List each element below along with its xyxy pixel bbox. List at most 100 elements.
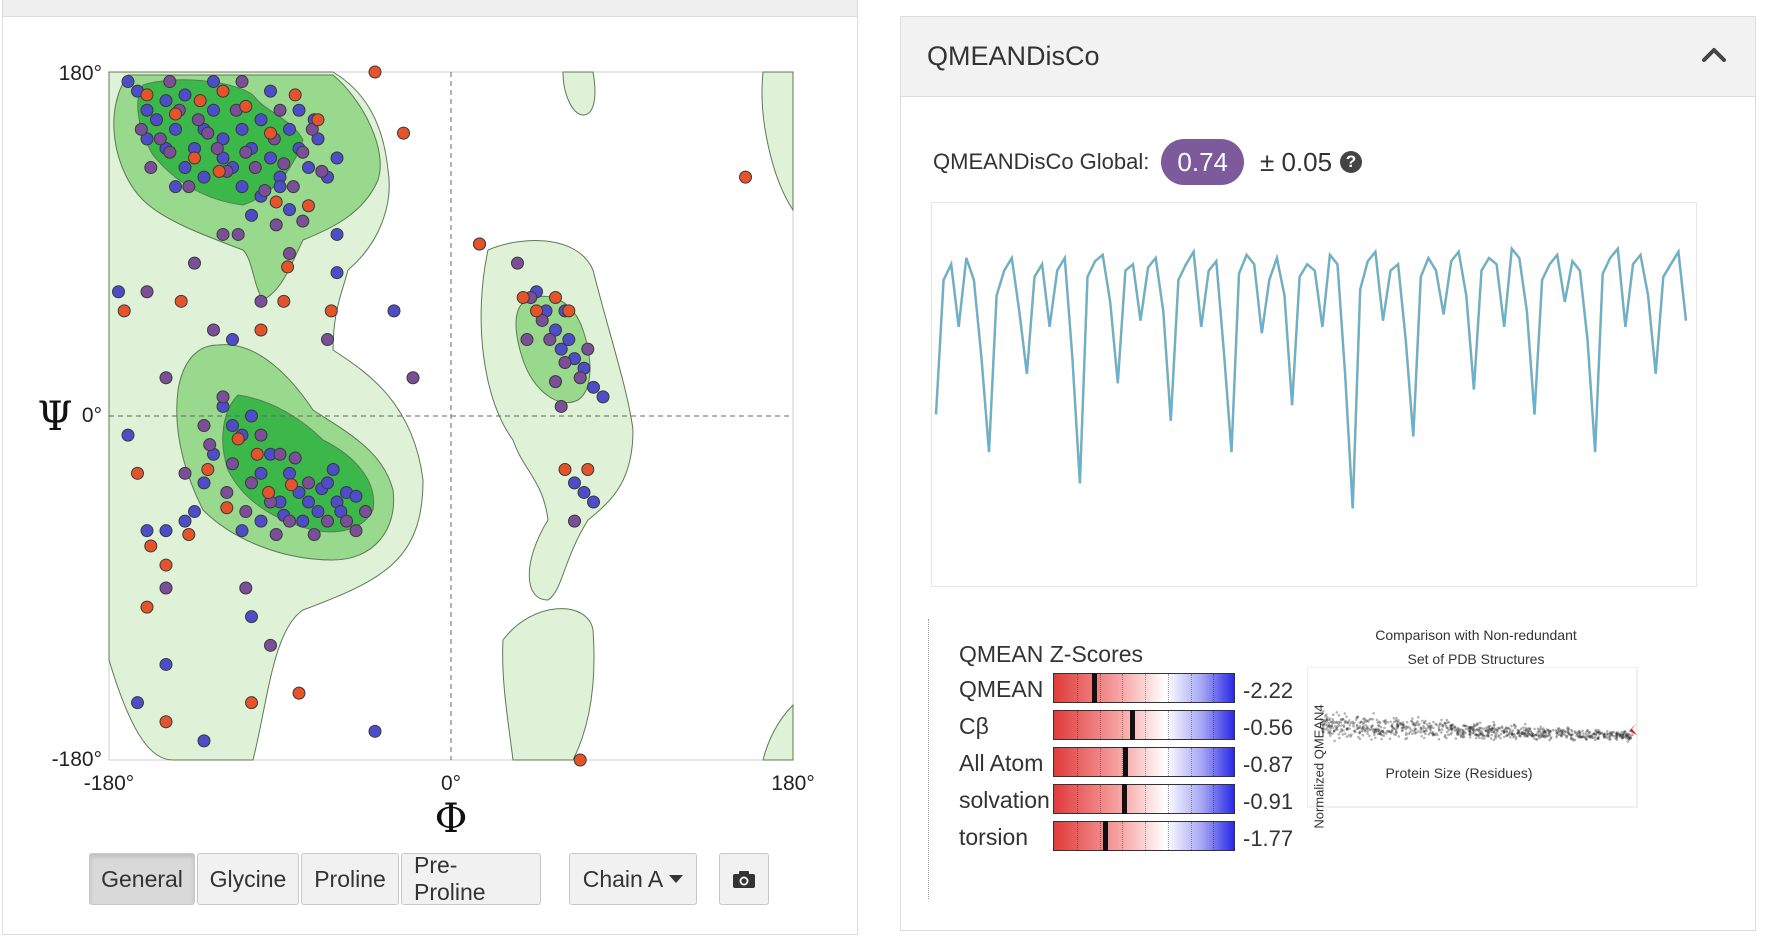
- zscores-section: QMEAN Z-Scores QMEAN -2.22 Cβ -0.56 All Atom…: [928, 619, 1319, 899]
- residue-point: [248, 161, 262, 175]
- reference-point: [1464, 731, 1467, 735]
- reference-point: [1408, 727, 1412, 730]
- reference-point: [1434, 722, 1437, 726]
- tab-general[interactable]: General: [89, 853, 195, 905]
- residue-point: [140, 600, 154, 614]
- reference-point: [1533, 727, 1536, 731]
- chevron-up-icon[interactable]: [1701, 47, 1727, 63]
- chain-dropdown[interactable]: Chain A: [569, 853, 697, 905]
- reference-point: [1328, 731, 1331, 734]
- residue-point: [239, 581, 253, 595]
- reference-point: [1446, 727, 1450, 730]
- local-quality-plot: [934, 245, 1688, 509]
- zscore-tick: [1076, 674, 1079, 702]
- reference-point: [1540, 734, 1543, 737]
- reference-point: [1468, 736, 1472, 739]
- residue-point: [269, 195, 283, 209]
- zscore-tick: [1167, 785, 1170, 813]
- residue-point: [197, 170, 211, 184]
- reference-point: [1615, 732, 1618, 735]
- reference-point: [1364, 720, 1367, 723]
- residue-point: [264, 84, 277, 98]
- reference-point: [1372, 712, 1375, 715]
- residue-point: [288, 451, 302, 465]
- residue-point: [245, 208, 258, 222]
- reference-point: [1329, 734, 1332, 737]
- residue-point: [235, 180, 249, 194]
- reference-point: [1514, 737, 1518, 741]
- qmeandisco-panel: QMEANDisCo QMEANDisCo Global: 0.74 ± 0.0…: [900, 16, 1756, 931]
- reference-point: [1343, 712, 1347, 715]
- reference-point: [1478, 721, 1482, 725]
- residue-point: [283, 466, 296, 480]
- reference-point: [1570, 736, 1573, 739]
- reference-point: [1461, 732, 1465, 735]
- reference-point: [1445, 736, 1448, 740]
- zscore-tick: [1076, 748, 1079, 776]
- reference-point: [1376, 732, 1380, 736]
- reference-point: [1531, 732, 1534, 735]
- reference-point: [1432, 720, 1435, 724]
- residue-point: [321, 476, 334, 490]
- reference-point: [1510, 731, 1514, 734]
- reference-point: [1508, 731, 1511, 735]
- panel-header[interactable]: QMEANDisCo: [901, 17, 1755, 97]
- reference-point: [1497, 734, 1501, 737]
- reference-point: [1580, 735, 1583, 739]
- reference-point: [1407, 732, 1411, 736]
- residue-point: [330, 227, 344, 241]
- reference-point: [1342, 729, 1345, 732]
- residue-point: [302, 476, 315, 490]
- tab-pre-proline[interactable]: Pre-Proline: [401, 852, 541, 905]
- reference-point: [1525, 728, 1528, 732]
- zscore-row: solvation -0.91: [959, 784, 1329, 816]
- residue-point: [254, 466, 268, 480]
- residue-point: [568, 476, 581, 490]
- screenshot-button[interactable]: [719, 853, 769, 905]
- reference-point: [1569, 733, 1573, 737]
- reference-point: [1460, 735, 1463, 739]
- reference-point: [1436, 733, 1439, 737]
- reference-point: [1493, 730, 1496, 734]
- residue-point: [226, 333, 239, 347]
- reference-point: [1520, 727, 1523, 730]
- residue-point: [406, 371, 420, 385]
- comparison-scatter: [1307, 667, 1638, 808]
- question-circle-icon[interactable]: ?: [1340, 151, 1363, 173]
- residue-point: [239, 145, 253, 159]
- reference-point: [1383, 726, 1386, 730]
- tab-proline[interactable]: Proline: [301, 853, 399, 905]
- reference-point: [1441, 723, 1444, 727]
- reference-point: [1512, 735, 1515, 739]
- residue-point: [568, 514, 581, 528]
- reference-point: [1540, 728, 1544, 731]
- residue-point: [288, 88, 302, 102]
- residue-point: [197, 476, 211, 490]
- reference-point: [1475, 736, 1478, 740]
- zscore-marker: [1102, 821, 1108, 851]
- tab-glycine[interactable]: Glycine: [197, 853, 299, 905]
- residue-point: [235, 524, 249, 538]
- reference-point: [1493, 723, 1496, 726]
- residue-point: [254, 428, 268, 442]
- residue-point: [573, 753, 587, 767]
- reference-point: [1392, 716, 1396, 720]
- residue-point: [220, 485, 234, 499]
- residue-point: [188, 505, 201, 519]
- reference-point: [1505, 734, 1508, 737]
- zscore-tick: [1099, 748, 1102, 776]
- reference-point: [1624, 735, 1627, 739]
- reference-point: [1600, 732, 1604, 735]
- reference-point: [1367, 720, 1370, 723]
- zscore-tick: [1190, 674, 1193, 702]
- residue-point: [324, 304, 338, 318]
- reference-point: [1454, 737, 1458, 740]
- residue-point: [520, 333, 534, 347]
- residue-point: [121, 428, 135, 442]
- reference-point: [1594, 729, 1597, 733]
- global-score-badge: 0.74: [1161, 139, 1244, 185]
- residue-point: [112, 285, 125, 299]
- residue-point: [197, 734, 211, 748]
- zscore-tick: [1213, 748, 1215, 776]
- zscore-marker: [1092, 673, 1098, 703]
